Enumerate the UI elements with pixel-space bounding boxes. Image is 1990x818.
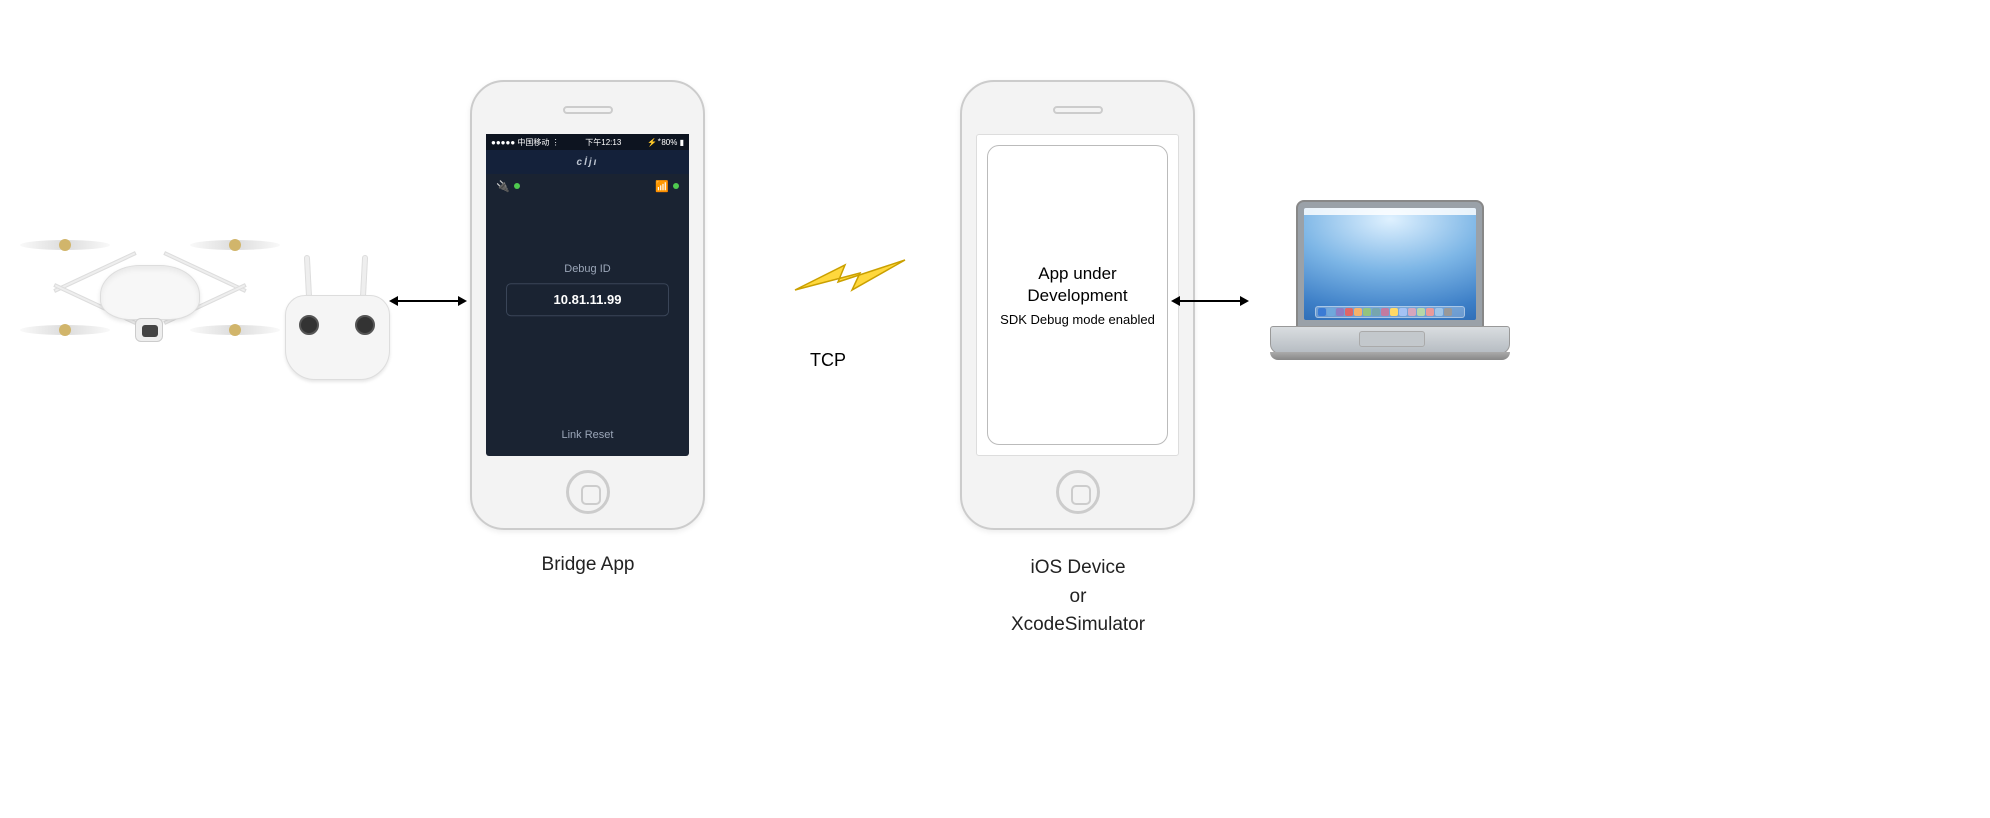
wifi-icon: 📶 <box>655 180 679 193</box>
drone-and-controller <box>30 180 390 410</box>
dev-app-subtitle: SDK Debug mode enabled <box>1000 312 1155 327</box>
dev-cap-line2: or <box>1070 586 1087 607</box>
arrow-drone-to-bridge <box>398 300 458 302</box>
drone-icon <box>30 200 270 370</box>
app-brand: cİjı <box>486 150 689 174</box>
dev-app-title: App under Development <box>998 263 1157 306</box>
debug-ip-value: 10.81.11.99 <box>506 283 669 316</box>
arrow-dev-to-laptop <box>1180 300 1240 302</box>
remote-controller-icon <box>275 270 400 400</box>
bridge-caption: Bridge App <box>468 554 708 576</box>
carrier-label: ●●●●● 中国移动 ⋮ <box>491 137 560 148</box>
usb-plug-icon: 🔌 <box>496 180 520 193</box>
dev-caption: iOS Device or XcodeSimulator <box>958 554 1198 640</box>
bridge-app-screen: ●●●●● 中国移动 ⋮ 下午12:13 ⚡ ⃰ 80% ▮ cİjı 🔌 📶 … <box>486 134 689 456</box>
time-label: 下午12:13 <box>585 137 621 148</box>
dev-phone: App under Development SDK Debug mode ena… <box>960 80 1195 530</box>
debug-id-label: Debug ID <box>486 263 689 275</box>
dev-cap-line1: iOS Device <box>1030 557 1125 578</box>
connection-icons-row: 🔌 📶 <box>486 174 689 198</box>
dock-icon <box>1315 306 1465 318</box>
home-button-icon <box>1056 470 1100 514</box>
bridge-phone: ●●●●● 中国移动 ⋮ 下午12:13 ⚡ ⃰ 80% ▮ cİjı 🔌 📶 … <box>470 80 705 530</box>
battery-label: ⚡ ⃰ 80% ▮ <box>647 138 684 147</box>
macos-desktop-icon <box>1304 208 1476 320</box>
link-reset-button[interactable]: Link Reset <box>486 429 689 441</box>
dev-app-screen: App under Development SDK Debug mode ena… <box>976 134 1179 456</box>
tcp-label: TCP <box>810 350 846 371</box>
home-button-icon <box>566 470 610 514</box>
dev-cap-line3: XcodeSimulator <box>1011 614 1145 635</box>
lightning-bolt-icon <box>790 240 910 325</box>
architecture-diagram: ●●●●● 中国移动 ⋮ 下午12:13 ⚡ ⃰ 80% ▮ cİjı 🔌 📶 … <box>0 0 1990 818</box>
mac-laptop <box>1270 200 1510 380</box>
status-bar: ●●●●● 中国移动 ⋮ 下午12:13 ⚡ ⃰ 80% ▮ <box>486 134 689 150</box>
